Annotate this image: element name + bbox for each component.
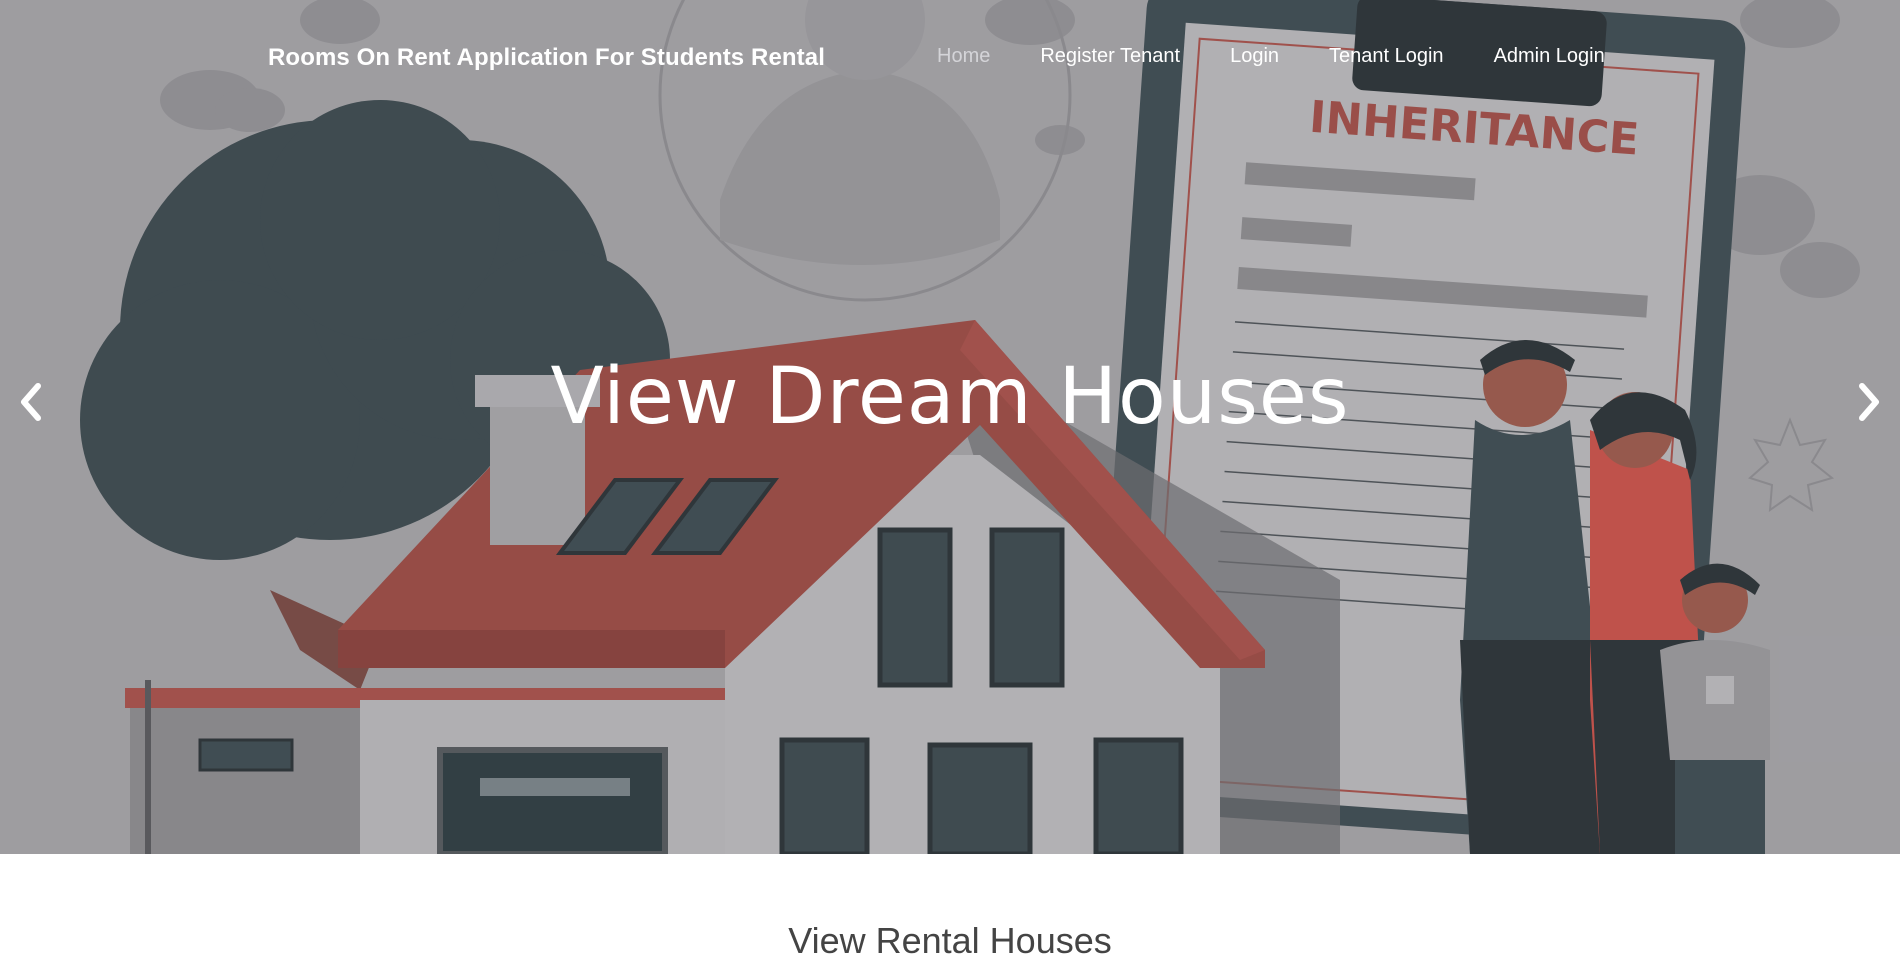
nav-link-tenant-login[interactable]: Tenant Login bbox=[1329, 45, 1444, 68]
carousel-prev-button[interactable] bbox=[12, 380, 52, 424]
chevron-left-icon bbox=[21, 383, 41, 421]
nav-link-admin-login[interactable]: Admin Login bbox=[1494, 45, 1605, 68]
nav-links: Home Register Tenant Login Tenant Login … bbox=[937, 45, 1605, 68]
top-navbar: Rooms On Rent Application For Students R… bbox=[0, 0, 1900, 115]
section-title: View Rental Houses bbox=[788, 920, 1112, 961]
nav-link-login[interactable]: Login bbox=[1230, 45, 1279, 68]
chevron-right-icon bbox=[1859, 383, 1879, 421]
brand-link[interactable]: Rooms On Rent Application For Students R… bbox=[268, 44, 825, 72]
carousel-next-button[interactable] bbox=[1848, 380, 1888, 424]
hero-carousel: INHERITANCE View Dream Houses Rooms On R… bbox=[0, 0, 1900, 854]
hero-caption: View Dream Houses bbox=[550, 352, 1350, 442]
nav-link-home[interactable]: Home bbox=[937, 45, 990, 68]
nav-link-register-tenant[interactable]: Register Tenant bbox=[1040, 45, 1180, 68]
